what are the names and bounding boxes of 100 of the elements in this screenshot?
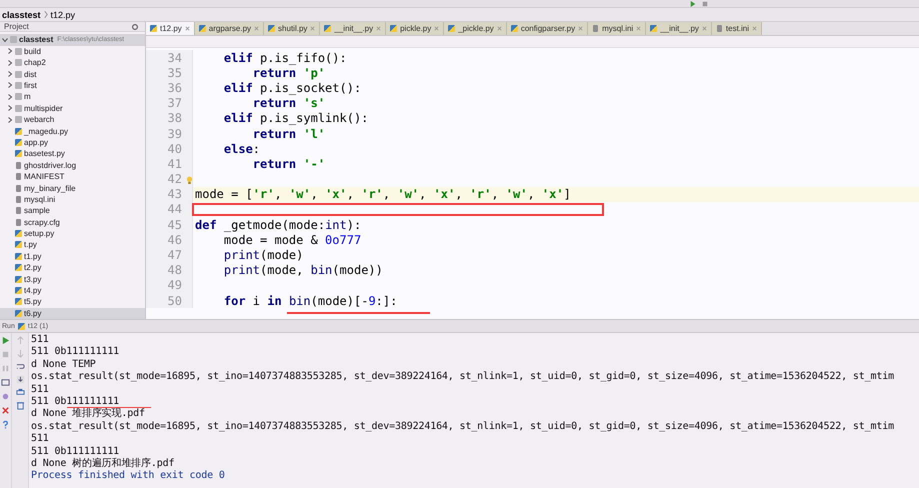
code-line: mode = mode & 0o777 [222,232,362,247]
pause-icon[interactable] [1,364,10,373]
down-arrow-icon[interactable] [16,349,24,358]
stop-icon[interactable] [702,0,708,6]
panel-title[interactable]: Project [4,22,29,32]
line-number: 44 [146,202,193,218]
tree-item[interactable]: t.py [0,239,145,251]
close-icon[interactable] [434,26,440,31]
breadcrumb-item[interactable]: classtest [2,10,41,20]
line-number: 50 [146,293,193,308]
tree-item[interactable]: t4.py [0,284,145,296]
code-line: elif p.is_symlink(): [222,111,368,126]
code-line: elif p.is_fifo(): [222,50,347,65]
code-line: return 'p' [252,66,326,80]
code-line: elif p.is_socket(): [222,80,362,95]
tree-item[interactable]: t3.py [0,273,145,285]
trash-icon[interactable] [16,401,24,410]
stop-icon[interactable] [1,350,10,359]
line-number: 37 [146,96,193,111]
code-line: return 'l' [252,126,326,141]
console-line: 511 [31,384,49,395]
editor-tab[interactable]: argparse.py [194,22,264,35]
close-icon[interactable] [752,26,758,31]
scroll-to-end-icon[interactable] [16,375,24,384]
lightbulb-icon[interactable] [186,176,193,185]
editor-tab[interactable]: __init__.py [320,22,386,35]
console-line: os.stat_result(st_mode=16895, st_ino=1407374883553285, st_dev=389224164, st_nlink=1, st_uid=0, st_gid=0, st_size=4096, st_atime=1536204522, st_mtim [31,420,894,432]
editor-tab[interactable]: __init__.py [646,22,712,35]
tree-item[interactable]: basetest.py [0,148,145,160]
tree-item[interactable]: app.py [0,136,145,148]
tree-item[interactable]: ghostdriver.log [0,160,145,171]
tree-item[interactable]: setup.py [0,228,145,240]
help-icon[interactable] [1,420,10,429]
editor-tab[interactable]: t12.py [146,22,195,35]
tree-item[interactable]: first [0,80,145,92]
line-number: 42 [146,172,193,187]
tree-item[interactable]: _magedu.py [0,125,145,137]
tree-item[interactable]: multispider [0,102,145,114]
console-line: 511 [31,433,49,444]
editor-tab[interactable]: test.ini [712,22,762,35]
python-file-icon [268,25,276,32]
close-icon[interactable] [1,406,10,415]
line-number: 49 [146,278,193,293]
layout-icon[interactable] [1,378,10,387]
tree-item[interactable]: webarch [0,114,145,126]
code-line: else: [222,142,260,156]
tree-item[interactable]: dist [0,68,145,80]
line-number: 43 [146,186,193,202]
line-number: 35 [146,65,193,80]
line-number: 39 [146,126,193,142]
file-icon [593,25,598,32]
tree-item[interactable]: scrapy.cfg [0,216,145,228]
editor-tab[interactable]: _pickle.py [444,22,507,35]
close-icon[interactable] [184,26,190,31]
editor-tab[interactable]: mysql.ini [588,22,646,35]
line-number: 40 [146,141,193,156]
close-icon[interactable] [496,26,502,31]
editor-tab[interactable]: shutil.py [264,22,320,35]
python-file-icon [324,25,332,32]
code-line: print(mode, bin(mode)) [222,263,383,278]
python-file-icon [510,25,518,32]
code-line: for i in bin(mode)[-9:]: [222,294,398,308]
close-icon[interactable] [310,26,316,31]
tree-item[interactable]: t2.py [0,262,145,274]
close-icon[interactable] [254,26,260,31]
editor-tab[interactable]: pickle.py [386,22,444,35]
tree-item[interactable]: chap2 [0,57,145,68]
tree-item[interactable]: t1.py [0,250,145,262]
console-line: 511 [31,334,49,345]
editor-tab[interactable]: configparser.py [506,22,588,35]
rerun-icon[interactable] [1,336,10,345]
chevron-icon [44,10,48,19]
print-icon[interactable] [16,388,24,397]
tree-item[interactable]: t5.py [0,296,145,308]
python-file-icon [198,25,206,32]
code-line: def _getmode(mode:int): [194,218,362,232]
tree-item[interactable]: sample [0,205,145,216]
code-line: print(mode) [222,248,304,262]
file-icon [716,25,722,32]
console-line: 511 0b111111111 [31,346,120,358]
tree-item[interactable]: MANIFEST [0,170,145,182]
tree-item[interactable]: mysql.ini [0,194,145,206]
python-file-icon [150,25,157,32]
close-icon[interactable] [636,26,642,31]
line-number: 47 [146,247,193,263]
soft-wrap-icon[interactable] [16,362,24,371]
close-icon[interactable] [376,26,382,31]
up-arrow-icon[interactable] [16,336,24,345]
close-icon[interactable] [702,26,707,31]
code-line: return '-' [252,156,326,171]
tree-item[interactable]: t6.py [0,308,145,319]
close-icon[interactable] [578,26,584,31]
python-file-icon [650,25,658,32]
tree-item[interactable]: my_binary_file [0,182,145,194]
tree-item[interactable]: build [0,46,145,58]
breadcrumb-item[interactable]: t12.py [50,10,76,20]
tree-item[interactable]: m [0,91,145,103]
console-line: d None 堆排序实现.pdf [31,408,145,420]
line-number: 36 [146,80,193,96]
line-number: 38 [146,110,193,126]
